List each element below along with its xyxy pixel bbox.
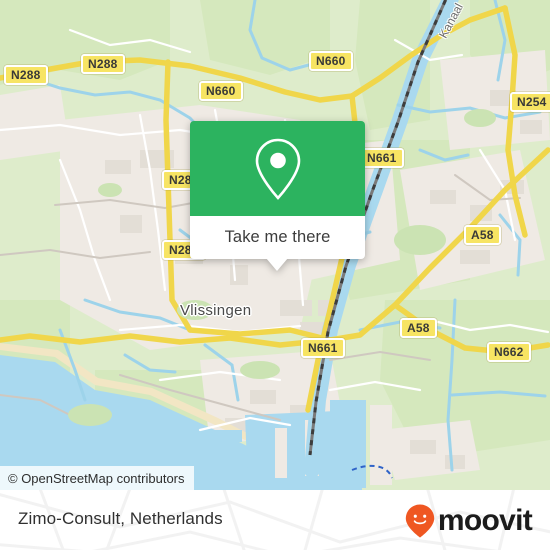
take-me-there-label: Take me there — [224, 228, 331, 246]
osm-attribution-text: © OpenStreetMap contributors — [8, 470, 185, 486]
moovit-wordmark: moovit — [437, 504, 533, 537]
place-label: Vlissingen — [180, 302, 252, 319]
callout-action-panel[interactable]: Take me there — [190, 216, 365, 259]
moovit-location-card: N288 N288 N660 N660 N254 N661 A58 A58 N662 N661 N2… — [0, 0, 550, 550]
moovit-pin-logo-icon — [405, 504, 435, 538]
road-shield: N660 — [199, 81, 243, 101]
callout-pointer — [266, 258, 288, 271]
road-shield: N288 — [81, 54, 125, 74]
take-me-there-callout[interactable]: Take me there — [190, 121, 365, 271]
road-shield: N662 — [487, 342, 531, 362]
footer-bar: Zimo-Consult, Netherlands moovit — [0, 490, 550, 550]
road-shield: N660 — [309, 51, 353, 71]
road-shield: A58 — [400, 318, 437, 338]
map-canvas[interactable]: N288 N288 N660 N660 N254 N661 A58 A58 N662 N661 N2… — [0, 0, 550, 490]
road-shield: N661 — [301, 338, 345, 358]
osm-attribution-bar[interactable]: © OpenStreetMap contributors — [0, 466, 194, 490]
road-shield: N661 — [360, 148, 404, 168]
location-title: Zimo-Consult, Netherlands — [18, 509, 223, 528]
road-shield: A58 — [464, 225, 501, 245]
moovit-brand[interactable]: moovit — [405, 504, 533, 538]
road-shield: N288 — [4, 65, 48, 85]
road-shield: N254 — [510, 92, 550, 112]
callout-icon-panel — [190, 121, 365, 216]
map-pin-icon — [255, 138, 300, 200]
